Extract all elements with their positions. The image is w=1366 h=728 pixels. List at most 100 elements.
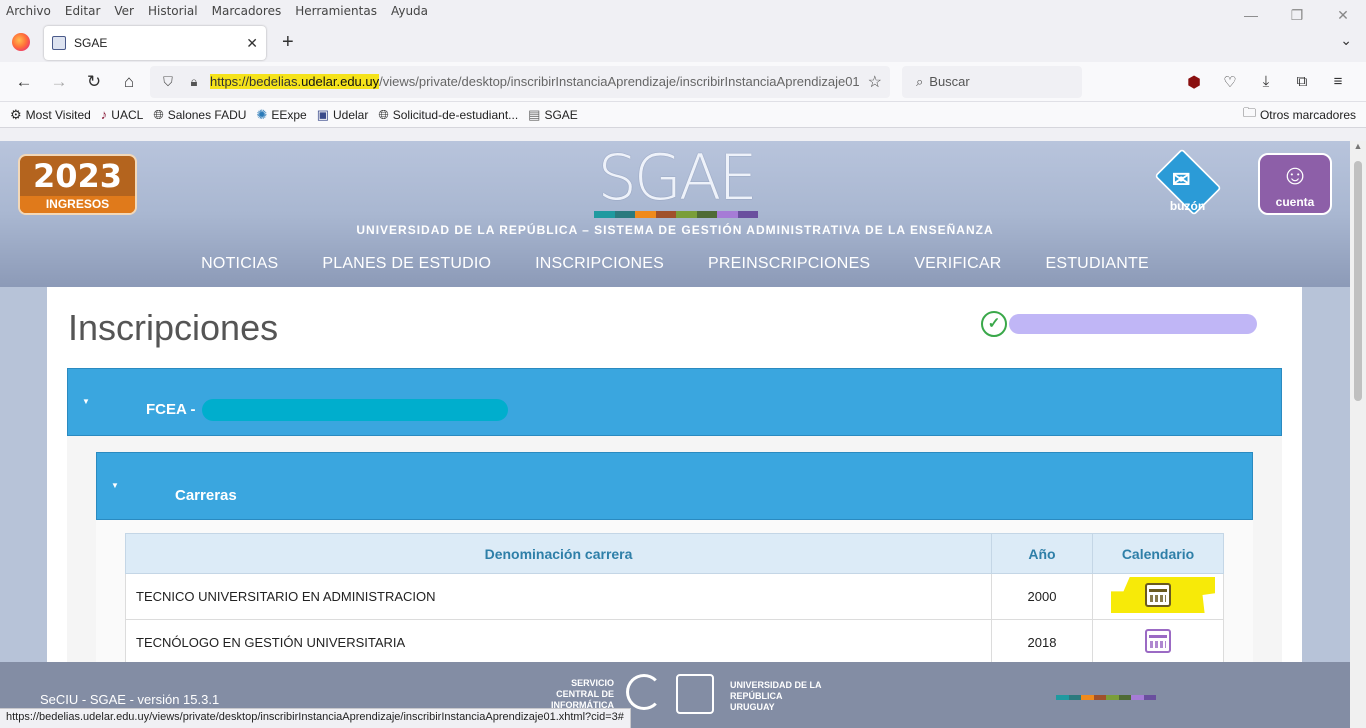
scroll-up-icon[interactable]: ▲ xyxy=(1350,141,1366,151)
menu-marcadores[interactable]: Marcadores xyxy=(212,4,282,18)
fcea-panel-header[interactable]: ▼ FCEA - xyxy=(67,368,1282,436)
close-tab-icon[interactable]: ✕ xyxy=(246,35,258,52)
forward-icon[interactable]: → xyxy=(45,68,73,96)
sgae-icon: ▤ xyxy=(528,106,541,122)
seciu-logo-icon xyxy=(626,674,662,710)
hamburger-menu-icon[interactable]: ≡ xyxy=(1320,73,1356,91)
nav-verificar[interactable]: VERIFICAR xyxy=(914,255,1001,273)
subpanel-title: Carreras xyxy=(175,487,237,504)
color-strip-segment xyxy=(1143,695,1156,700)
gear-icon: ⚙ xyxy=(10,106,22,122)
search-input[interactable]: ⌕ Buscar xyxy=(902,65,1082,98)
nav-planes-de-estudio[interactable]: PLANES DE ESTUDIO xyxy=(322,255,491,273)
panel-title: FCEA - xyxy=(146,401,196,418)
color-strip-segment xyxy=(1068,695,1081,700)
bookmark-label: SGAE xyxy=(544,107,578,122)
calendar-icon[interactable] xyxy=(1145,583,1171,607)
tab-bar: SGAE ✕ + ⌄ xyxy=(0,22,1366,62)
bookmark-label: Solicitud-de-estudiant... xyxy=(392,107,519,122)
menu-ver[interactable]: Ver xyxy=(114,4,134,18)
page-scrollbar[interactable]: ▲ xyxy=(1350,141,1366,728)
header-denominacion[interactable]: Denominación carrera xyxy=(125,533,992,574)
color-strip-segment xyxy=(717,211,738,218)
nav-noticias[interactable]: NOTICIAS xyxy=(201,255,278,273)
new-tab-icon[interactable]: + xyxy=(282,31,294,54)
cell-calendario xyxy=(1092,619,1224,666)
url-text[interactable]: https://bedelias.udelar.edu.uy/views/pri… xyxy=(210,74,860,89)
cuenta-label: cuenta xyxy=(1275,195,1315,209)
header-tagline: UNIVERSIDAD DE LA REPÚBLICA – SISTEMA DE… xyxy=(356,223,994,237)
tab-title: SGAE xyxy=(74,36,108,50)
status-bar: https://bedelias.udelar.edu.uy/views/pri… xyxy=(0,708,631,728)
back-icon[interactable]: ← xyxy=(10,68,38,96)
reload-icon[interactable]: ↻ xyxy=(80,68,108,96)
pocket-icon[interactable]: ♡ xyxy=(1212,73,1248,91)
check-icon: ✓ xyxy=(981,311,1007,337)
bookmark-uacl[interactable]: ♪ UACL xyxy=(101,107,144,122)
footer-udelar: UNIVERSIDAD DE LA REPÚBLICA URUGUAY xyxy=(730,680,822,712)
url-bar[interactable]: ⛉ 🔒︎ https://bedelias.udelar.edu.uy/view… xyxy=(150,65,890,98)
ingresos-badge[interactable]: 2023 INGRESOS xyxy=(18,154,137,215)
chevron-down-icon[interactable]: ⌄ xyxy=(1340,32,1352,49)
seal-icon: ✺ xyxy=(256,106,268,122)
caret-down-icon[interactable]: ▼ xyxy=(111,481,119,490)
menu-ayuda[interactable]: Ayuda xyxy=(391,4,428,18)
bookmark-star-icon[interactable]: ☆ xyxy=(868,72,882,92)
header-anio[interactable]: Año xyxy=(991,533,1093,574)
tab-sgae[interactable]: SGAE ✕ xyxy=(44,26,266,60)
menu-historial[interactable]: Historial xyxy=(148,4,198,18)
toolbar-icons: ⬢ ♡ ⤓ ⧉ ≡ xyxy=(1176,73,1356,91)
bookmark-other[interactable]: 🗀︎ Otros marcadores xyxy=(1243,104,1356,126)
navigation-toolbar: ← → ↻ ⌂ ⛉ 🔒︎ https://bedelias.udelar.edu… xyxy=(0,62,1366,102)
url-path: /views/private/desktop/inscribirInstanci… xyxy=(379,74,860,89)
download-icon[interactable]: ⤓ xyxy=(1248,73,1284,91)
menu-editar[interactable]: Editar xyxy=(65,4,101,18)
bookmark-solicitud[interactable]: 🌐︎ Solicitud-de-estudiant... xyxy=(378,107,518,123)
nav-preinscripciones[interactable]: PREINSCRIPCIONES xyxy=(708,255,870,273)
nav-estudiante[interactable]: ESTUDIANTE xyxy=(1045,255,1148,273)
buzon-button[interactable]: ✉ buzón xyxy=(1150,148,1225,216)
fcea-panel-body: ▼ Carreras Denominación carrera Año Cale… xyxy=(67,436,1282,667)
sgae-logo[interactable]: SGAE xyxy=(594,147,758,218)
cuenta-button[interactable]: ☺ cuenta xyxy=(1258,153,1332,215)
footer-color-strip xyxy=(1056,695,1156,700)
udelar-icon: ▣ xyxy=(316,106,329,122)
badge-sub: INGRESOS xyxy=(20,196,135,213)
bookmarks-bar: ⚙ Most Visited ♪ UACL 🌐︎ Salones FADU ✺ EExp… xyxy=(0,102,1366,128)
bookmark-eexpe[interactable]: ✺ EExpe xyxy=(256,107,306,123)
accessibility-person-icon: ☺ xyxy=(1280,159,1310,190)
header-calendario[interactable]: Calendario xyxy=(1092,533,1224,574)
nav-inscripciones[interactable]: INSCRIPCIONES xyxy=(535,255,664,273)
sgae-favicon-icon xyxy=(52,36,66,50)
home-icon[interactable]: ⌂ xyxy=(115,68,143,96)
color-strip-segment xyxy=(1093,695,1106,700)
globe-icon: 🌐︎ xyxy=(378,106,389,122)
bookmark-salones-fadu[interactable]: 🌐︎ Salones FADU xyxy=(153,107,246,123)
menu-herramientas[interactable]: Herramientas xyxy=(295,4,377,18)
cell-calendario xyxy=(1092,573,1224,620)
extensions-icon[interactable]: ⧉ xyxy=(1284,73,1320,91)
ublock-icon[interactable]: ⬢ xyxy=(1176,73,1212,91)
lock-icon[interactable]: 🔒︎ xyxy=(184,74,204,90)
menu-archivo[interactable]: Archivo xyxy=(6,4,51,18)
caret-down-icon[interactable]: ▼ xyxy=(82,397,90,406)
footer-version: SeCIU - SGAE - versión 15.3.1 xyxy=(40,692,220,707)
calendar-icon[interactable] xyxy=(1145,629,1171,653)
redacted-panel-name xyxy=(202,399,508,421)
color-strip-segment xyxy=(1081,695,1094,700)
table-row: TECNICO UNIVERSITARIO EN ADMINISTRACION … xyxy=(125,573,1224,620)
color-strip-segment xyxy=(635,211,656,218)
bookmark-udelar[interactable]: ▣ Udelar xyxy=(317,107,369,123)
carreras-panel-header[interactable]: ▼ Carreras xyxy=(96,452,1253,520)
carreras-panel-body: Denominación carrera Año Calendario TECN… xyxy=(96,520,1253,667)
bookmark-sgae[interactable]: ▤ SGAE xyxy=(528,107,578,123)
firefox-icon[interactable] xyxy=(12,33,30,51)
violin-icon: ♪ xyxy=(100,107,108,122)
envelope-icon: ✉ xyxy=(1172,167,1191,192)
bookmark-most-visited[interactable]: ⚙ Most Visited xyxy=(10,107,91,123)
cell-denominacion: TECNICO UNIVERSITARIO EN ADMINISTRACION xyxy=(125,573,992,620)
scrollbar-thumb[interactable] xyxy=(1354,161,1362,401)
color-strip-segment xyxy=(594,211,615,218)
shield-icon[interactable]: ⛉ xyxy=(158,74,178,90)
buzon-label: buzón xyxy=(1169,199,1206,213)
